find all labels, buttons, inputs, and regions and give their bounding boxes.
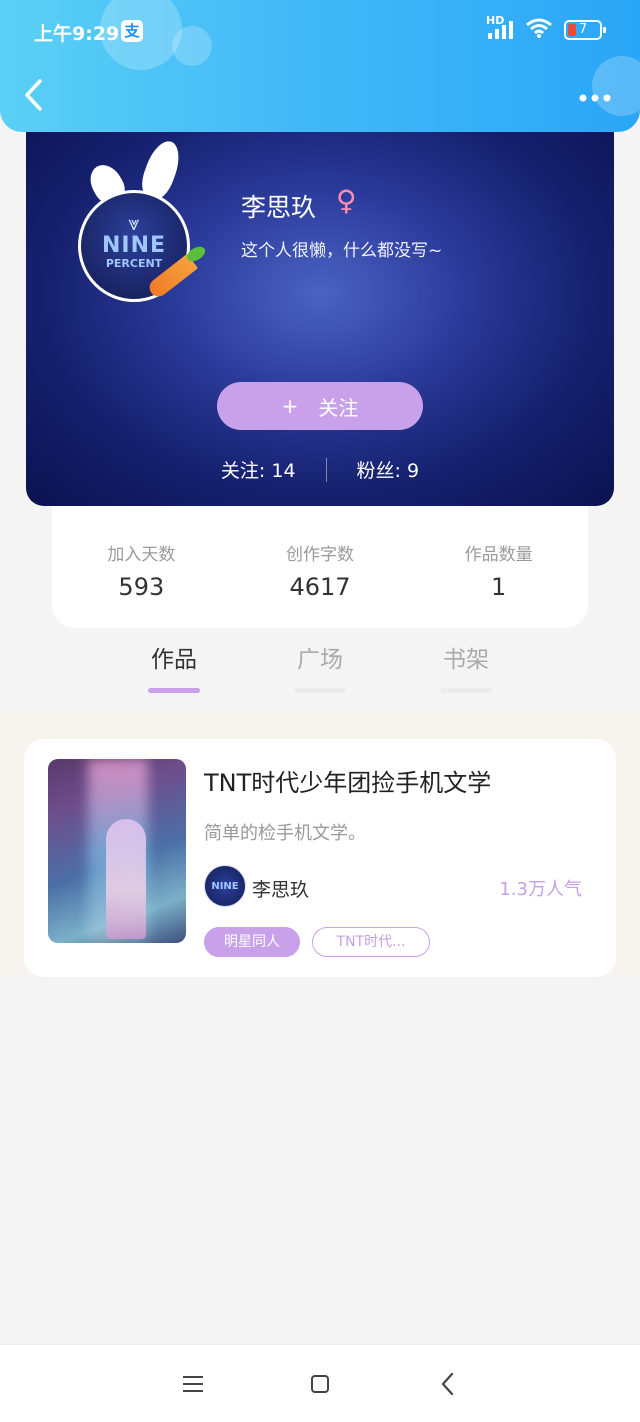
- back-triangle-icon: [441, 1372, 453, 1395]
- logo-emblem-icon: ⩔: [128, 211, 140, 235]
- status-time: 上午9:29: [34, 23, 120, 45]
- more-options-button[interactable]: [578, 82, 612, 106]
- tab-square[interactable]: 广场: [292, 640, 348, 710]
- content-tabs: 作品 广场 书架: [0, 640, 640, 710]
- stat-join-days: 加入天数 593: [66, 540, 216, 628]
- system-nav-bar: [0, 1344, 640, 1422]
- avatar-with-bunny-ears[interactable]: ⩔ NINE PERCENT: [78, 136, 208, 310]
- more-dots-icon: [579, 94, 611, 102]
- top-header-bar: 上午9:29 支 HD 7: [0, 0, 640, 132]
- decorative-bubble: [172, 26, 212, 66]
- signal-icon: HD: [486, 14, 514, 40]
- home-button[interactable]: [300, 1364, 340, 1404]
- cover-figure: [106, 819, 146, 939]
- stat-works-count: 作品数量 1: [424, 540, 574, 628]
- user-bio: 这个人很懒，什么都没写~: [241, 241, 443, 261]
- work-card[interactable]: TNT时代少年团捡手机文学 简单的检手机文学。 NINE 李思玖 1.3万人气 …: [24, 739, 616, 977]
- battery-icon: 7: [564, 20, 606, 40]
- chevron-left-icon: [25, 79, 42, 111]
- tab-label: 广场: [297, 647, 343, 673]
- author-name[interactable]: 李思玖: [252, 875, 309, 902]
- tab-underline: [440, 688, 492, 693]
- follow-button-label: 关注: [318, 395, 359, 420]
- tab-works[interactable]: 作品: [146, 640, 202, 710]
- avatar-logo-top: NINE: [101, 233, 167, 258]
- alipay-icon: 支: [121, 20, 143, 42]
- status-icons: HD 7: [486, 14, 606, 42]
- tab-bookshelf[interactable]: 书架: [438, 640, 494, 710]
- work-cover-image[interactable]: [48, 759, 186, 943]
- network-label: HD: [486, 14, 505, 27]
- profile-card: ⩔ NINE PERCENT 李思玖 ♀ 这个人很懒，什么都没写~ + 关注 关…: [26, 120, 614, 506]
- followers-count[interactable]: 粉丝: 9: [357, 456, 420, 483]
- work-title[interactable]: TNT时代少年团捡手机文学: [204, 763, 491, 798]
- follow-counts: 关注: 14 粉丝: 9: [26, 456, 614, 483]
- tab-label: 作品: [151, 647, 197, 673]
- stat-label: 创作字数: [285, 545, 354, 565]
- stat-value: 593: [118, 573, 165, 601]
- system-back-button[interactable]: [427, 1364, 467, 1404]
- stat-value: 4617: [289, 573, 351, 601]
- tab-underline: [294, 688, 346, 693]
- battery-level: 7: [578, 22, 588, 37]
- tab-label: 书架: [443, 647, 489, 673]
- back-button[interactable]: [22, 78, 52, 114]
- stat-label: 加入天数: [107, 545, 176, 565]
- menu-icon: [183, 1375, 204, 1392]
- female-gender-icon: ♀: [336, 184, 357, 217]
- following-count[interactable]: 关注: 14: [221, 456, 296, 483]
- work-description: 简单的检手机文学。: [204, 823, 366, 844]
- stat-label: 作品数量: [464, 545, 533, 565]
- popularity-count: 1.3万人气: [499, 879, 582, 900]
- stat-word-count: 创作字数 4617: [245, 540, 395, 628]
- stats-card: 加入天数 593 创作字数 4617 作品数量 1: [52, 506, 588, 628]
- user-name: 李思玖: [241, 193, 317, 222]
- author-avatar-logo: NINE: [211, 881, 239, 892]
- menu-button[interactable]: [173, 1364, 213, 1404]
- tab-underline: [148, 688, 200, 693]
- plus-icon: +: [281, 394, 299, 418]
- tag-badge[interactable]: TNT时代...: [312, 927, 430, 957]
- divider: [325, 457, 327, 482]
- author-avatar[interactable]: NINE: [204, 865, 246, 907]
- tag-badge[interactable]: 明星同人: [204, 927, 300, 957]
- stat-value: 1: [491, 573, 507, 601]
- wifi-icon: [526, 18, 552, 42]
- follow-button[interactable]: + 关注: [217, 382, 423, 430]
- home-square-icon: [310, 1374, 329, 1393]
